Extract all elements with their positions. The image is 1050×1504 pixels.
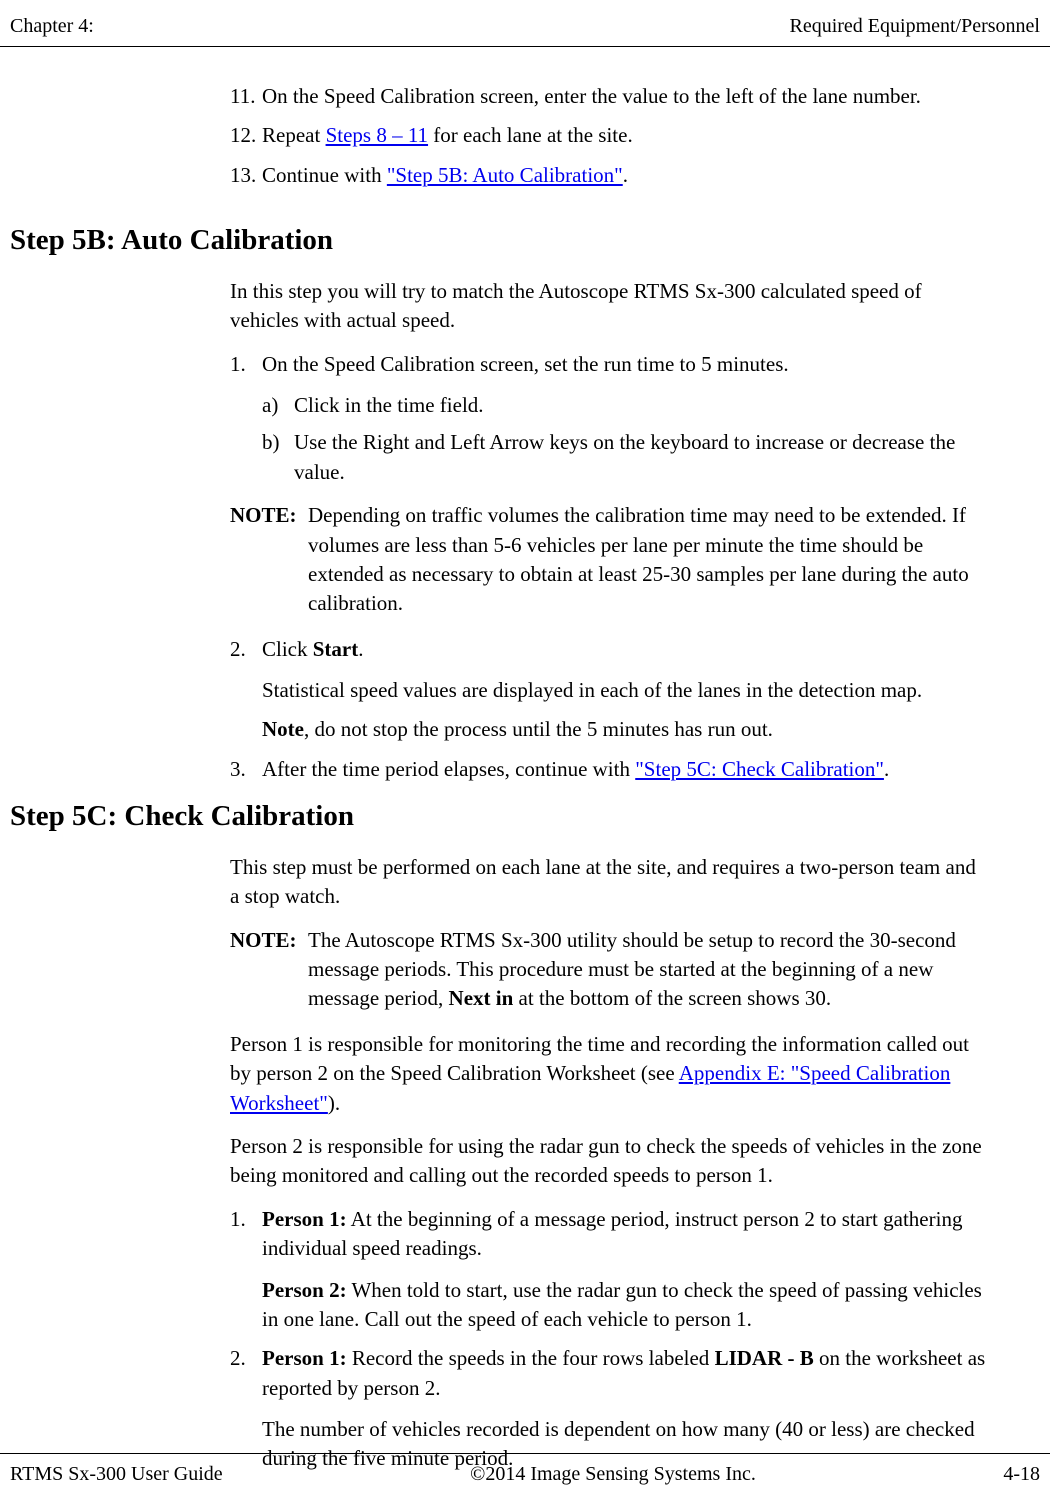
- bold-next-in: Next in: [449, 986, 514, 1010]
- sub-text: Use the Right and Left Arrow keys on the…: [294, 428, 990, 487]
- step-text: Person 1: At the beginning of a message …: [262, 1205, 990, 1264]
- person2-desc: Person 2 is responsible for using the ra…: [230, 1132, 990, 1191]
- step-number: 3.: [230, 755, 262, 784]
- step-2-line1: Statistical speed values are displayed i…: [262, 676, 990, 705]
- step-text: After the time period elapses, continue …: [262, 755, 990, 784]
- link-step-5c[interactable]: "Step 5C: Check Calibration": [635, 757, 884, 781]
- footer-right: 4-18: [1003, 1460, 1040, 1488]
- step-1: 1. Person 1: At the beginning of a messa…: [230, 1205, 990, 1264]
- list-5c-2: 2. Person 1: Record the speeds in the fo…: [230, 1344, 990, 1403]
- text-post: , do not stop the process until the 5 mi…: [304, 717, 773, 741]
- note-text: The Autoscope RTMS Sx-300 utility should…: [308, 926, 990, 1014]
- sub-text: Click in the time field.: [294, 391, 990, 420]
- sub-list-5b-1: a) Click in the time field. b) Use the R…: [262, 391, 990, 487]
- item-number: 12.: [230, 121, 262, 150]
- item-text: Repeat Steps 8 – 11 for each lane at the…: [262, 121, 633, 150]
- text: At the beginning of a message period, in…: [262, 1207, 962, 1260]
- step-number: 2.: [230, 635, 262, 664]
- step-text: On the Speed Calibration screen, set the…: [262, 350, 990, 379]
- note-post: at the bottom of the screen shows 30.: [513, 986, 831, 1010]
- list-5b-2: 2. Click Start.: [230, 635, 990, 664]
- note-5c: NOTE: The Autoscope RTMS Sx-300 utility …: [230, 926, 990, 1014]
- text-pre: Repeat: [262, 123, 326, 147]
- substep-a: a) Click in the time field.: [262, 391, 990, 420]
- step-3: 3. After the time period elapses, contin…: [230, 755, 990, 784]
- item-number: 11.: [230, 82, 262, 111]
- item-text: Continue with "Step 5B: Auto Calibration…: [262, 161, 628, 190]
- bold-person1: Person 1:: [262, 1207, 347, 1231]
- step-text: Click Start.: [262, 635, 990, 664]
- step-number: 1.: [230, 350, 262, 379]
- step-number: 1.: [230, 1205, 262, 1264]
- text-post: .: [884, 757, 889, 781]
- intro-5c: This step must be performed on each lane…: [230, 853, 990, 912]
- step-1-person2: Person 2: When told to start, use the ra…: [262, 1276, 990, 1335]
- list-5b-3: 3. After the time period elapses, contin…: [230, 755, 990, 784]
- footer-left: RTMS Sx-300 User Guide: [10, 1460, 223, 1488]
- page-content: 11. On the Speed Calibration screen, ent…: [0, 47, 1050, 1504]
- text-pre: Continue with: [262, 163, 387, 187]
- link-step-5b[interactable]: "Step 5B: Auto Calibration": [387, 163, 623, 187]
- step-2: 2. Person 1: Record the speeds in the fo…: [230, 1344, 990, 1403]
- sub-letter: b): [262, 428, 294, 487]
- continued-list: 11. On the Speed Calibration screen, ent…: [230, 82, 990, 190]
- heading-step-5c: Step 5C: Check Calibration: [10, 796, 990, 837]
- footer-center: ©2014 Image Sensing Systems Inc.: [470, 1460, 756, 1488]
- step-2-line2: Note, do not stop the process until the …: [262, 715, 990, 744]
- page-header: Chapter 4: Required Equipment/Personnel: [0, 0, 1050, 47]
- step-text: Person 1: Record the speeds in the four …: [262, 1344, 990, 1403]
- text-pre: Record the speeds in the four rows label…: [347, 1346, 715, 1370]
- note-text: Depending on traffic volumes the calibra…: [308, 501, 990, 619]
- list-item-12: 12. Repeat Steps 8 – 11 for each lane at…: [230, 121, 990, 150]
- item-text: On the Speed Calibration screen, enter t…: [262, 82, 921, 111]
- list-item-13: 13. Continue with "Step 5B: Auto Calibra…: [230, 161, 990, 190]
- heading-step-5b: Step 5B: Auto Calibration: [10, 220, 990, 261]
- bold-person2: Person 2:: [262, 1278, 347, 1302]
- bold-note: Note: [262, 717, 304, 741]
- list-5c-1: 1. Person 1: At the beginning of a messa…: [230, 1205, 990, 1264]
- list-item-11: 11. On the Speed Calibration screen, ent…: [230, 82, 990, 111]
- page-footer: RTMS Sx-300 User Guide ©2014 Image Sensi…: [0, 1453, 1050, 1488]
- person1-desc: Person 1 is responsible for monitoring t…: [230, 1030, 990, 1118]
- text-post: ).: [328, 1091, 340, 1115]
- note-label: NOTE:: [230, 926, 308, 1014]
- bold-lidar: LIDAR - B: [715, 1346, 814, 1370]
- text-post: .: [623, 163, 628, 187]
- text-post: .: [358, 637, 363, 661]
- header-left: Chapter 4:: [10, 12, 94, 40]
- intro-5b: In this step you will try to match the A…: [230, 277, 990, 336]
- item-number: 13.: [230, 161, 262, 190]
- note-5b: NOTE: Depending on traffic volumes the c…: [230, 501, 990, 619]
- text: When told to start, use the radar gun to…: [262, 1278, 982, 1331]
- text-pre: Click: [262, 637, 313, 661]
- header-right: Required Equipment/Personnel: [789, 12, 1040, 40]
- step-1: 1. On the Speed Calibration screen, set …: [230, 350, 990, 379]
- bold-start: Start: [313, 637, 359, 661]
- substep-b: b) Use the Right and Left Arrow keys on …: [262, 428, 990, 487]
- note-label: NOTE:: [230, 501, 308, 619]
- text-pre: After the time period elapses, continue …: [262, 757, 635, 781]
- bold-person1: Person 1:: [262, 1346, 347, 1370]
- step-number: 2.: [230, 1344, 262, 1403]
- list-5b-1: 1. On the Speed Calibration screen, set …: [230, 350, 990, 379]
- sub-letter: a): [262, 391, 294, 420]
- step-2: 2. Click Start.: [230, 635, 990, 664]
- text-post: for each lane at the site.: [428, 123, 633, 147]
- link-steps-8-11[interactable]: Steps 8 – 11: [326, 123, 428, 147]
